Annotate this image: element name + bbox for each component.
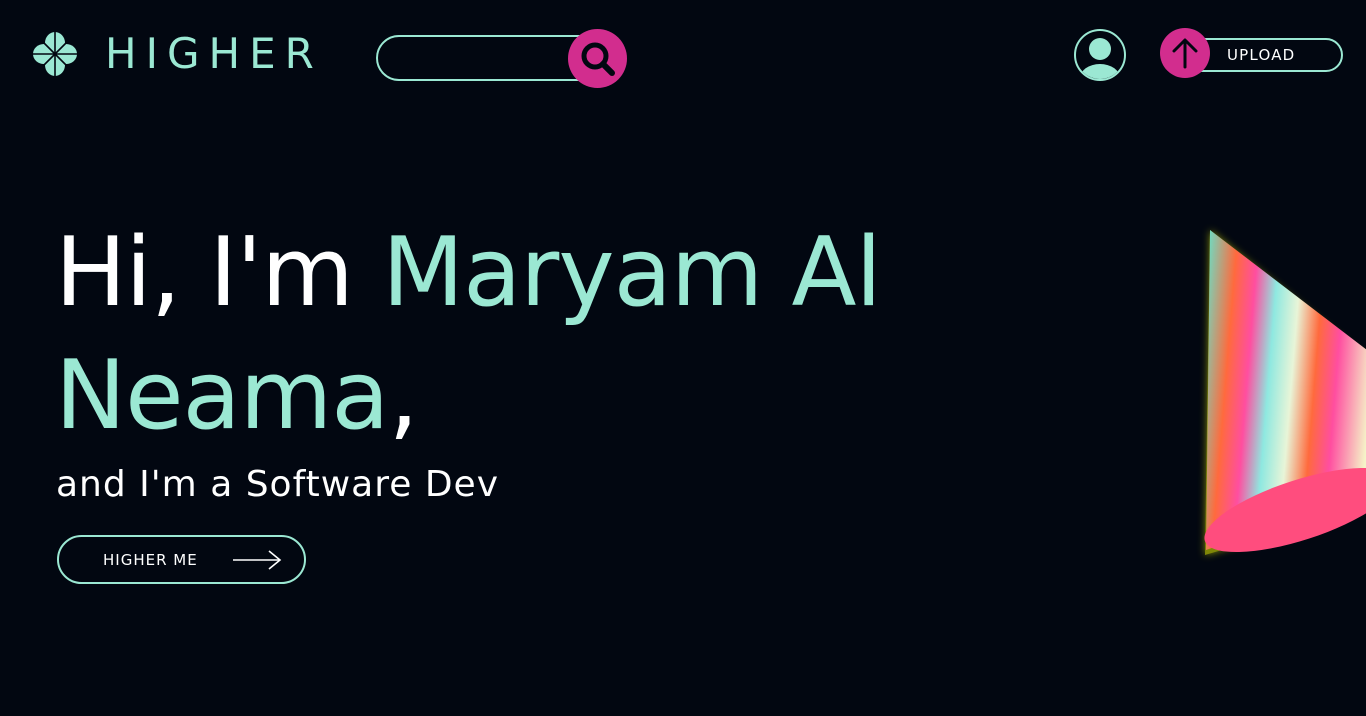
hero-name-part2: Neama [55,341,389,451]
arrow-right-icon [233,550,282,570]
hero-greeting: Hi, I'm [55,218,383,328]
hero-subtitle: and I'm a Software Dev [56,464,500,505]
user-icon [1080,38,1120,79]
brand-name: HIGHER [105,29,323,78]
flower-logo-icon [33,32,77,76]
search-icon [581,42,615,76]
higher-me-button[interactable]: HIGHER ME [57,535,306,584]
gradient-cone-graphic [1204,230,1366,555]
user-avatar-button[interactable] [1074,29,1126,81]
upload-icon-circle [1160,28,1210,78]
cta-label: HIGHER ME [103,551,198,569]
landing-page: HIGHER UPLOAD Hi, I'm Maryam Al Neama, a… [0,0,1366,716]
search-button[interactable] [568,29,627,88]
hero-name-part1: Maryam Al [382,218,882,328]
upload-button[interactable]: UPLOAD [1160,28,1344,78]
arrow-up-icon [1172,38,1198,69]
hero-heading-line1: Hi, I'm Maryam Al [55,218,882,328]
search-input[interactable] [394,45,568,75]
brand-logo[interactable]: HIGHER [33,32,323,76]
hero-name-comma: , [388,341,418,451]
upload-label: UPLOAD [1227,46,1296,64]
hero-heading-line2: Neama, [55,341,419,451]
